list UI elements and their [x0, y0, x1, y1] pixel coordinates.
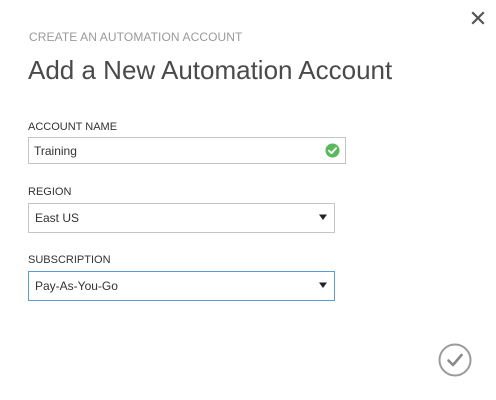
region-selected-value: East US — [35, 211, 80, 225]
account-name-label: ACCOUNT NAME — [28, 121, 118, 133]
subscription-select[interactable]: Pay-As-You-Go — [28, 271, 335, 301]
valid-check-icon — [325, 143, 340, 158]
dropdown-caret-icon — [319, 282, 327, 288]
subscription-label: SUBSCRIPTION — [28, 254, 111, 266]
close-icon[interactable] — [470, 10, 486, 26]
confirm-checkmark-button[interactable] — [438, 343, 472, 377]
dialog-title: Add a New Automation Account — [28, 55, 393, 85]
region-select[interactable]: East US — [28, 203, 335, 233]
dropdown-caret-icon — [319, 214, 327, 220]
dialog-subtitle: CREATE AN AUTOMATION ACCOUNT — [29, 30, 243, 44]
subscription-selected-value: Pay-As-You-Go — [35, 279, 118, 293]
region-label: REGION — [28, 186, 72, 198]
account-name-input[interactable] — [29, 138, 319, 163]
account-name-field-wrapper — [28, 137, 346, 164]
add-automation-account-dialog: CREATE AN AUTOMATION ACCOUNT Add a New A… — [0, 0, 496, 400]
